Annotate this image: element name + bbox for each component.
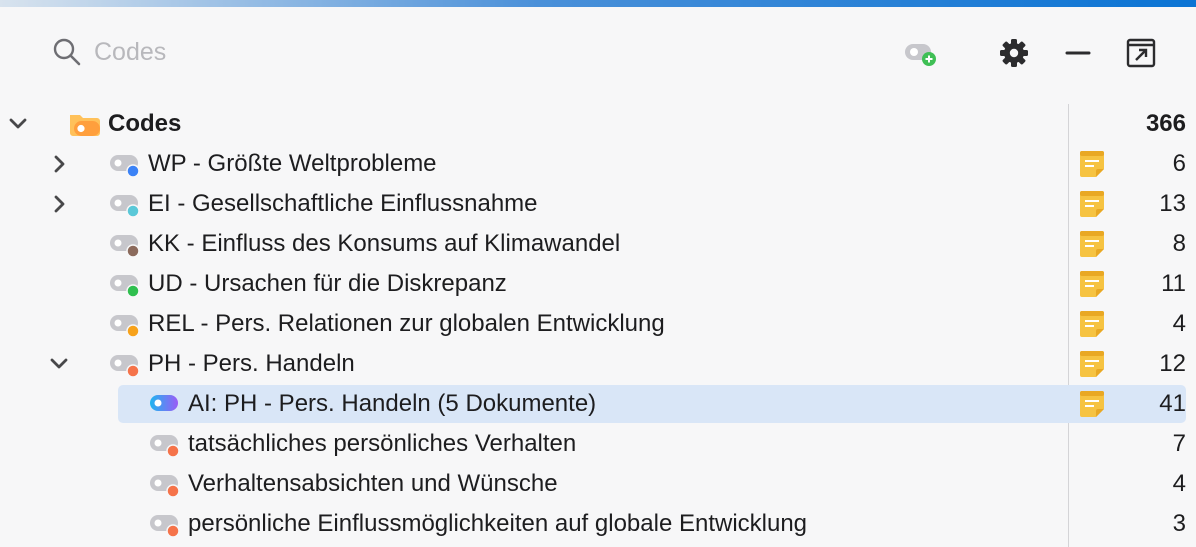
row-label: tatsächliches persönliches Verhalten: [188, 430, 577, 457]
memo-icon[interactable]: [1078, 149, 1106, 179]
row-label: AI: PH - Pers. Handeln (5 Dokumente): [188, 390, 597, 417]
tree-row[interactable]: tatsächliches persönliches Verhalten 7: [0, 424, 1196, 464]
code-icon: [150, 515, 180, 537]
root-label: Codes: [108, 110, 182, 137]
code-icon: [110, 275, 140, 297]
tree-row[interactable]: REL - Pers. Relationen zur globalen Entw…: [0, 304, 1196, 344]
toolbar: [0, 7, 1196, 100]
row-count: 3: [1172, 510, 1186, 537]
row-label: UD - Ursachen für die Diskrepanz: [148, 270, 507, 297]
memo-icon[interactable]: [1078, 229, 1106, 259]
search-input[interactable]: [94, 35, 494, 69]
codes-folder-icon: [70, 115, 100, 136]
row-count: 12: [1159, 350, 1186, 377]
code-icon: [110, 235, 140, 257]
collapse-button[interactable]: [1058, 33, 1098, 73]
tree-row-selected[interactable]: AI: PH - Pers. Handeln (5 Dokumente) 41: [0, 384, 1196, 424]
memo-icon[interactable]: [1078, 189, 1106, 219]
tree-row[interactable]: WP - Größte Weltprobleme 6: [0, 144, 1196, 184]
search-icon: [53, 38, 81, 66]
memo-icon[interactable]: [1078, 389, 1106, 419]
row-count: 41: [1159, 390, 1186, 417]
window-accent-bar: [0, 0, 1196, 7]
row-label: KK - Einfluss des Konsums auf Klimawande…: [148, 230, 621, 257]
row-count: 4: [1172, 470, 1186, 497]
code-icon: [150, 435, 180, 457]
settings-button[interactable]: [994, 33, 1034, 73]
tree-row[interactable]: UD - Ursachen für die Diskrepanz 11: [0, 264, 1196, 304]
row-label: PH - Pers. Handeln: [148, 350, 355, 377]
row-label: persönliche Einflussmöglichkeiten auf gl…: [188, 510, 808, 537]
row-label: EI - Gesellschaftliche Einflussnahme: [148, 190, 538, 217]
row-count: 13: [1159, 190, 1186, 217]
chevron-down-icon[interactable]: [47, 352, 71, 376]
memo-icon[interactable]: [1078, 269, 1106, 299]
code-add-icon: [905, 44, 936, 66]
row-count: 7: [1172, 430, 1186, 457]
code-icon: [110, 195, 140, 217]
memo-icon[interactable]: [1078, 349, 1106, 379]
chevron-down-icon[interactable]: [6, 112, 30, 136]
tree-row[interactable]: EI - Gesellschaftliche Einflussnahme 13: [0, 184, 1196, 224]
popout-button[interactable]: [1121, 33, 1161, 73]
tree-row[interactable]: persönliche Einflussmöglichkeiten auf gl…: [0, 504, 1196, 544]
tree-row[interactable]: Verhaltensabsichten und Wünsche 4: [0, 464, 1196, 504]
code-icon: [150, 475, 180, 497]
row-label: Verhaltensabsichten und Wünsche: [188, 470, 558, 497]
open-external-icon: [1126, 38, 1156, 68]
row-count: 4: [1172, 310, 1186, 337]
chevron-right-icon[interactable]: [47, 152, 71, 176]
ai-code-icon: [150, 395, 178, 411]
new-code-button[interactable]: [900, 33, 940, 73]
row-count: 6: [1172, 150, 1186, 177]
minus-icon: [1065, 51, 1091, 55]
tree-row[interactable]: KK - Einfluss des Konsums auf Klimawande…: [0, 224, 1196, 264]
row-count: 11: [1161, 270, 1186, 297]
row-count: 8: [1172, 230, 1186, 257]
code-icon: [110, 155, 140, 177]
code-icon: [110, 355, 140, 377]
gear-icon: [1000, 39, 1028, 67]
code-icon: [110, 315, 140, 337]
tree-row[interactable]: PH - Pers. Handeln 12: [0, 344, 1196, 384]
row-label: REL - Pers. Relationen zur globalen Entw…: [148, 310, 665, 337]
chevron-right-icon[interactable]: [47, 192, 71, 216]
root-count: 366: [1145, 110, 1186, 137]
memo-icon[interactable]: [1078, 309, 1106, 339]
tree-root-codes[interactable]: Codes 366: [0, 104, 1196, 144]
row-label: WP - Größte Weltprobleme: [148, 150, 437, 177]
